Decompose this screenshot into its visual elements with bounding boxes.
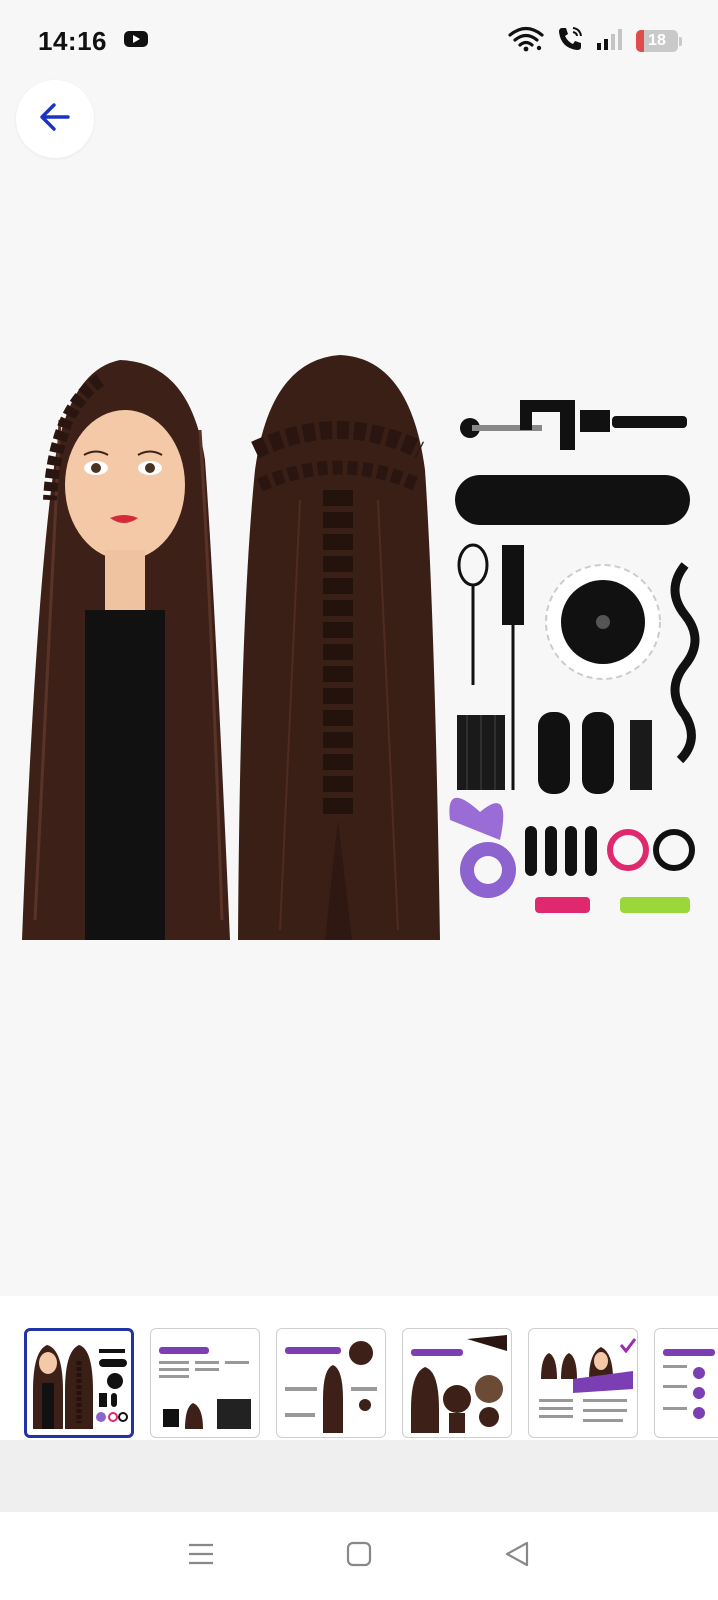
thumbnail-3[interactable] [276, 1328, 386, 1438]
thumbnail-5[interactable] [528, 1328, 638, 1438]
battery-level: 18 [648, 32, 666, 49]
thumbnail-image [411, 1335, 507, 1433]
system-back-button[interactable] [499, 1538, 535, 1574]
thumbnail-4[interactable] [402, 1328, 512, 1438]
signal-icon [596, 27, 624, 56]
thumbnail-row [24, 1328, 718, 1438]
wifi-icon [508, 26, 544, 57]
battery-fill [636, 30, 644, 52]
thumbnail-1[interactable] [24, 1328, 134, 1438]
status-left: 14:16 [38, 26, 149, 57]
thumbnail-image [539, 1338, 637, 1422]
menu-icon [187, 1542, 215, 1571]
battery: 18 [636, 30, 678, 52]
content-divider [0, 1440, 718, 1512]
product-image[interactable] [0, 300, 718, 980]
thumbnail-image [663, 1349, 715, 1419]
back-button[interactable] [16, 80, 94, 158]
wifi-call-icon [556, 25, 584, 58]
battery-cap [679, 36, 682, 46]
status-time: 14:16 [38, 25, 107, 56]
menu-button[interactable] [183, 1538, 219, 1574]
home-icon [345, 1540, 373, 1573]
back-triangle-icon [503, 1540, 531, 1573]
home-button[interactable] [341, 1538, 377, 1574]
youtube-icon [123, 29, 149, 54]
product-illustration [22, 355, 700, 940]
thumbnail-image [33, 1345, 128, 1429]
status-bar: 14:16 18 [0, 0, 718, 82]
battery-icon: 18 [636, 30, 682, 52]
thumbnail-2[interactable] [150, 1328, 260, 1438]
arrow-left-icon [37, 99, 73, 140]
thumbnail-image [159, 1347, 251, 1429]
system-nav-bar [0, 1512, 718, 1600]
thumbnail-6[interactable] [654, 1328, 718, 1438]
thumbnail-strip[interactable] [0, 1296, 718, 1440]
status-right: 18 [508, 25, 682, 58]
thumbnail-image [285, 1341, 377, 1433]
